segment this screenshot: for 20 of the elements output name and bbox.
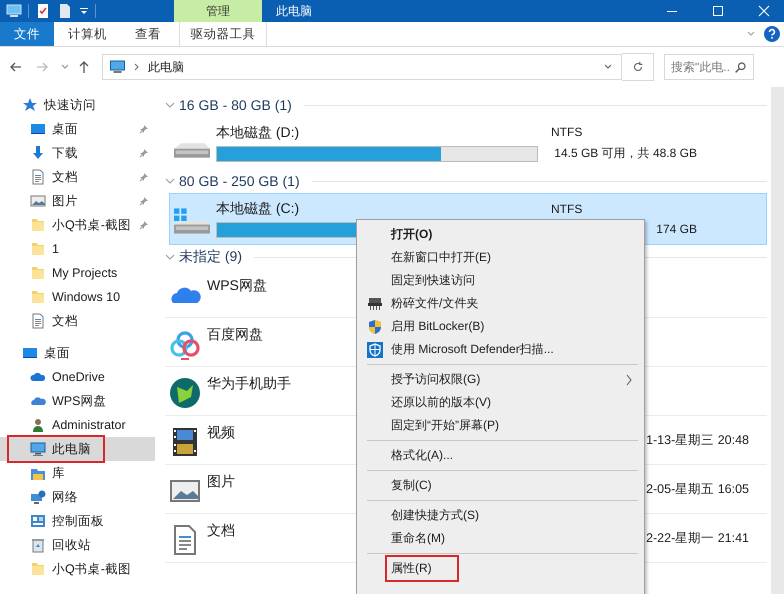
tab-group-header: 管理 — [174, 0, 262, 22]
modified-date: 2-22-星期一 21:41 — [646, 530, 749, 547]
free-space: 174 GB — [656, 222, 697, 236]
item-name: 图片 — [207, 473, 235, 491]
item-name: 百度网盘 — [207, 326, 263, 344]
drive-name: 本地磁盘 (D:) — [216, 124, 300, 142]
item-name: 华为手机助手 — [207, 375, 291, 393]
modified-date: 2-05-星期五 16:05 — [646, 481, 749, 498]
free-space: 14.5 GB 可用，共 48.8 GB — [554, 144, 697, 162]
file-system: NTFS — [551, 202, 582, 216]
item-name: 文档 — [207, 522, 235, 540]
file-system: NTFS — [551, 124, 582, 138]
item-name: 视频 — [207, 424, 235, 442]
item-name: WPS网盘 — [207, 277, 267, 295]
group-header: 16 GB - 80 GB (1) — [179, 97, 292, 113]
modified-date: 1-13-星期三 20:48 — [646, 432, 749, 449]
window-title: 此电脑 — [276, 2, 312, 20]
group-header: 80 GB - 250 GB (1) — [179, 173, 300, 189]
drive-name: 本地磁盘 (C:) — [216, 200, 300, 218]
group-header: 未指定 (9) — [179, 248, 242, 266]
